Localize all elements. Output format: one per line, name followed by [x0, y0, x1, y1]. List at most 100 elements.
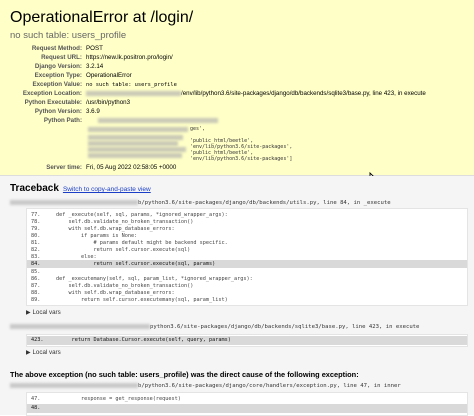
line-number: 423. — [31, 337, 44, 343]
redacted-path — [88, 141, 178, 146]
code-line: 81. # params default might be backend sp… — [31, 240, 228, 246]
redacted-path — [88, 153, 182, 158]
redacted-path — [10, 200, 138, 205]
code-text: self.db.validate_no_broken_transaction() — [43, 219, 194, 225]
meta-value: Fri, 05 Aug 2022 02:58:05 +0000 — [86, 164, 177, 171]
line-number: 88. — [31, 290, 41, 296]
meta-key: Django Version: — [34, 63, 82, 70]
traceback-heading: Traceback Switch to copy-and-paste view — [10, 183, 151, 194]
meta-key: Python Version: — [34, 108, 82, 115]
python-path-line: ges', — [190, 126, 206, 132]
line-number: 78. — [31, 219, 41, 225]
code-text: return self.cursor.execute(sql) — [43, 247, 191, 253]
line-number: 47. — [31, 396, 41, 402]
code-line: 47. response = get_response(request) — [31, 396, 181, 402]
code-text: def _execute(self, sql, params, *ignored… — [43, 212, 228, 218]
traceback-title: Traceback — [10, 183, 59, 194]
exception-cause: The above exception (no such table: user… — [10, 370, 359, 379]
meta-exception-type: Exception Type: OperationalError — [10, 72, 132, 80]
meta-value: no such table: users_profile — [86, 82, 177, 88]
meta-value: 3.6.9 — [86, 108, 100, 115]
line-number: 77. — [31, 212, 41, 218]
line-number: 79. — [31, 226, 41, 232]
code-line: 77. def _execute(self, sql, params, *ign… — [31, 212, 228, 218]
meta-exception-location: Exception Location: /env/lib/python3.6/si… — [10, 90, 426, 98]
code-line: 80. if params is None: — [31, 233, 137, 239]
meta-key: Request URL: — [41, 54, 82, 61]
redacted-path — [88, 147, 186, 152]
code-text: return Database.Cursor.execute(self, que… — [46, 337, 231, 343]
meta-key: Server time: — [46, 164, 82, 171]
meta-value: POST — [86, 45, 103, 52]
meta-request-method: Request Method: POST — [10, 45, 103, 53]
error-title: OperationalError at /login/ — [10, 9, 194, 26]
redacted-path — [86, 90, 181, 96]
meta-value: OperationalError — [86, 72, 132, 79]
code-text: def _executemany(self, sql, param_list, … — [43, 276, 253, 282]
code-line: 79. with self.db.wrap_database_errors: — [31, 226, 175, 232]
code-text: response = get_response(request) — [43, 396, 181, 402]
line-number: 48. — [31, 405, 41, 411]
frame-path: b/python3.6/site-packages/django/core/ha… — [10, 383, 401, 389]
error-message: no such table: users_profile — [10, 30, 127, 41]
code-line: 88. with self.db.wrap_database_errors: — [31, 290, 175, 296]
meta-request-url: Request URL: https://new.lk.positron.pro/… — [10, 54, 173, 62]
frame-path-text: b/python3.6/site-packages/django/core/ha… — [138, 383, 401, 389]
meta-python-version: Python Version: 3.6.9 — [10, 108, 100, 116]
code-context: 423. return Database.Cursor.execute(self… — [26, 334, 468, 347]
meta-key: Python Executable: — [24, 99, 82, 106]
meta-exception-value: Exception Value: no such table: users_pro… — [10, 81, 177, 89]
code-text: self.db.validate_no_broken_transaction() — [43, 283, 194, 289]
code-text: return self.cursor.execute(sql, params) — [43, 261, 216, 267]
line-number: 80. — [31, 233, 41, 239]
redacted-path — [88, 127, 188, 132]
meta-key: Exception Type: — [34, 72, 82, 79]
code-text: # params default might be backend specif… — [43, 240, 228, 246]
meta-key: Request Method: — [31, 45, 82, 52]
code-context: 47. response = get_response(request) 48. — [26, 392, 468, 416]
code-line-highlighted: 84. return self.cursor.execute(sql, para… — [27, 260, 467, 268]
meta-value: /env/lib/python3.6/site-packages/django/… — [181, 90, 426, 97]
code-context: 77. def _execute(self, sql, params, *ign… — [26, 208, 468, 306]
code-line: 89. return self.cursor.executemany(sql, … — [31, 297, 228, 303]
meta-value: https://new.lk.positron.pro/login/ — [86, 54, 173, 61]
redacted-path — [98, 117, 218, 123]
line-number: 82. — [31, 247, 41, 253]
line-number: 84. — [31, 261, 41, 267]
frame-path-text: b/python3.6/site-packages/django/db/back… — [138, 200, 391, 206]
meta-server-time: Server time: Fri, 05 Aug 2022 02:58:05 +0… — [10, 164, 176, 172]
line-number: 86. — [31, 276, 41, 282]
error-summary: OperationalError at /login/ no such tabl… — [0, 0, 474, 176]
frame-path: python3.6/site-packages/django/db/backen… — [10, 324, 419, 330]
frame-path: b/python3.6/site-packages/django/db/back… — [10, 200, 391, 206]
redacted-path — [88, 135, 183, 140]
code-line: 86. def _executemany(self, sql, param_li… — [31, 276, 253, 282]
redacted-path — [10, 324, 150, 329]
code-line-highlighted: 48. — [27, 404, 467, 413]
code-line: 87. self.db.validate_no_broken_transacti… — [31, 283, 193, 289]
code-line: 82. return self.cursor.execute(sql) — [31, 247, 190, 253]
meta-python-path: Python Path: — [10, 117, 218, 125]
redacted-path — [10, 383, 138, 388]
code-line: 85. — [31, 269, 44, 275]
line-number: 89. — [31, 297, 41, 303]
switch-view-link[interactable]: Switch to copy-and-paste view — [63, 186, 151, 193]
line-number: 81. — [31, 240, 41, 246]
meta-key: Python Path: — [43, 117, 82, 124]
frame-path-text: python3.6/site-packages/django/db/backen… — [150, 324, 420, 330]
meta-value: /usr/bin/python3 — [86, 99, 131, 106]
meta-key: Exception Location: — [22, 90, 82, 97]
code-text: with self.db.wrap_database_errors: — [43, 226, 175, 232]
local-vars-toggle[interactable]: ▶ Local vars — [26, 349, 61, 356]
local-vars-toggle[interactable]: ▶ Local vars — [26, 309, 61, 316]
line-number: 87. — [31, 283, 41, 289]
line-number: 85. — [31, 269, 41, 275]
meta-django-version: Django Version: 3.2.14 — [10, 63, 103, 71]
meta-value: 3.2.14 — [86, 63, 104, 70]
code-line-highlighted: 423. return Database.Cursor.execute(self… — [27, 336, 467, 345]
python-path-line: 'env/lib/python3.6/site-packages'] — [190, 156, 293, 162]
code-line: 78. self.db.validate_no_broken_transacti… — [31, 219, 193, 225]
code-text: if params is None: — [43, 233, 138, 239]
meta-python-executable: Python Executable: /usr/bin/python3 — [10, 99, 130, 107]
meta-key: Exception Value: — [32, 81, 82, 88]
